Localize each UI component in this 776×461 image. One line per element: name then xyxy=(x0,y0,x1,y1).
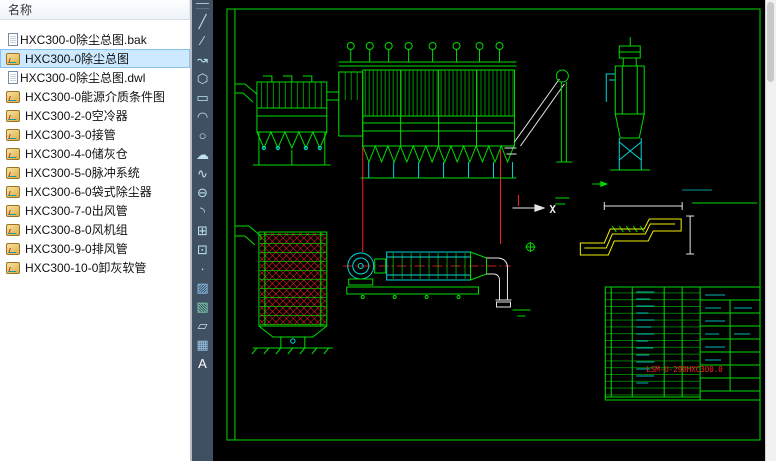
dwg-file-icon xyxy=(6,53,20,65)
file-list-item[interactable]: HXC300-9-0排风管 xyxy=(0,239,190,258)
vertical-scrollbar[interactable] xyxy=(765,0,776,461)
file-list-item[interactable]: HXC300-4-0储灰仓 xyxy=(0,144,190,163)
file-list-item[interactable]: HXC300-10-0卸灰软管 xyxy=(0,258,190,277)
ellipse-arc-icon: ◝ xyxy=(200,205,205,218)
document-icon xyxy=(8,71,18,84)
drawing-canvas[interactable]: X xyxy=(213,0,765,461)
file-list-item[interactable]: HXC300-0能源介质条件图 xyxy=(0,87,190,106)
title-block-code: LSM-U-290HXC300.0 xyxy=(646,365,723,374)
file-list-item[interactable]: HXC300-0除尘总图 xyxy=(0,49,190,68)
file-list-item[interactable]: HXC300-3-0接管 xyxy=(0,125,190,144)
tool-spline-button[interactable]: ∿ xyxy=(193,164,213,183)
title-block: LSM-U-290HXC300.0 xyxy=(605,287,760,400)
file-label: HXC300-0能源介质条件图 xyxy=(25,88,165,105)
scrollbar-thumb[interactable] xyxy=(767,2,774,82)
tool-make-block-button[interactable]: ⊡ xyxy=(193,240,213,259)
file-list-item[interactable]: HXC300-2-0空冷器 xyxy=(0,106,190,125)
file-panel: 名称 HXC300-0除尘总图.bak HXC300-0除尘总图 HXC300-… xyxy=(0,0,190,461)
table-icon: ▦ xyxy=(196,338,208,351)
tool-construction-line-button[interactable]: ∕ xyxy=(193,31,213,50)
file-label: HXC300-0除尘总图.bak xyxy=(20,31,147,48)
file-list-item[interactable]: HXC300-6-0袋式除尘器 xyxy=(0,182,190,201)
dwg-file-icon xyxy=(6,186,20,198)
tool-circle-button[interactable]: ○ xyxy=(193,126,213,145)
name-column-header: 名称 xyxy=(8,1,32,18)
gradient-icon: ▧ xyxy=(196,300,208,313)
rotary-drum xyxy=(235,226,333,354)
dwg-file-icon xyxy=(6,129,20,141)
toolbar-grip[interactable] xyxy=(196,3,209,9)
circle-icon: ○ xyxy=(199,129,207,142)
tool-line-button[interactable]: ╱ xyxy=(193,12,213,31)
file-list-header[interactable]: 名称 xyxy=(0,0,190,20)
dwg-file-icon xyxy=(6,91,20,103)
cad-drawing: X xyxy=(213,0,765,461)
tool-gradient-button[interactable]: ▧ xyxy=(193,297,213,316)
region-icon: ▱ xyxy=(198,319,208,332)
file-label: HXC300-5-0脉冲系统 xyxy=(25,164,140,181)
polyline-icon: ↝ xyxy=(197,53,208,66)
file-label: HXC300-8-0风机组 xyxy=(25,221,128,238)
tool-polygon-button[interactable]: ⬡ xyxy=(193,69,213,88)
spline-icon: ∿ xyxy=(197,167,208,180)
tool-point-button[interactable]: ∙ xyxy=(193,259,213,278)
insert-block-icon: ⊞ xyxy=(197,224,208,237)
fan-assembly xyxy=(347,252,512,307)
file-list-item[interactable]: HXC300-5-0脉冲系统 xyxy=(0,163,190,182)
file-label: HXC300-10-0卸灰软管 xyxy=(25,259,146,276)
polygon-icon: ⬡ xyxy=(197,72,208,85)
draw-toolbar: ╱ ∕ ↝ ⬡ ▭ ◠ ○ ☁ ∿ ⊖ ◝ ⊞ ⊡ ∙ ▨ ▧ ▱ ▦ A xyxy=(192,0,213,461)
arc-icon: ◠ xyxy=(197,110,208,123)
line-icon: ╱ xyxy=(199,15,207,28)
file-label: HXC300-3-0接管 xyxy=(25,126,116,143)
file-label: HXC300-0除尘总图.dwl xyxy=(20,69,145,86)
baghouse-main xyxy=(339,43,517,179)
file-list: HXC300-0除尘总图.bak HXC300-0除尘总图 HXC300-0除尘… xyxy=(0,20,190,461)
file-label: HXC300-4-0储灰仓 xyxy=(25,145,128,162)
file-label: HXC300-0除尘总图 xyxy=(25,50,129,67)
tool-insert-block-button[interactable]: ⊞ xyxy=(193,221,213,240)
tool-hatch-button[interactable]: ▨ xyxy=(193,278,213,297)
tool-polyline-button[interactable]: ↝ xyxy=(193,50,213,69)
document-icon xyxy=(8,33,18,46)
dwg-file-icon xyxy=(6,205,20,217)
revision-cloud-icon: ☁ xyxy=(196,148,209,161)
hatch-icon: ▨ xyxy=(196,281,208,294)
dwg-file-icon xyxy=(6,148,20,160)
construction-line-icon: ∕ xyxy=(201,34,203,47)
tool-ellipse-arc-button[interactable]: ◝ xyxy=(193,202,213,221)
tool-table-button[interactable]: ▦ xyxy=(193,335,213,354)
ellipse-icon: ⊖ xyxy=(197,186,208,199)
file-list-item[interactable]: HXC300-0除尘总图.dwl xyxy=(0,68,190,87)
tool-mtext-button[interactable]: A xyxy=(193,354,213,373)
tool-arc-button[interactable]: ◠ xyxy=(193,107,213,126)
file-label: HXC300-6-0袋式除尘器 xyxy=(25,183,152,200)
dwg-file-icon xyxy=(6,167,20,179)
cad-viewer-window: 名称 HXC300-0除尘总图.bak HXC300-0除尘总图 HXC300-… xyxy=(0,0,776,461)
tool-ellipse-button[interactable]: ⊖ xyxy=(193,183,213,202)
make-block-icon: ⊡ xyxy=(197,243,208,256)
tool-region-button[interactable]: ▱ xyxy=(193,316,213,335)
file-list-item[interactable]: HXC300-0除尘总图.bak xyxy=(0,30,190,49)
point-icon: ∙ xyxy=(201,262,205,275)
file-label: HXC300-2-0空冷器 xyxy=(25,107,128,124)
duct-detail-yellow xyxy=(580,181,757,255)
stack-unit-right xyxy=(606,37,650,170)
tool-revision-cloud-button[interactable]: ☁ xyxy=(193,145,213,164)
rectangle-icon: ▭ xyxy=(196,91,208,104)
dwg-file-icon xyxy=(6,243,20,255)
x-marker-label: X xyxy=(549,203,556,216)
file-label: HXC300-7-0出风管 xyxy=(25,202,128,219)
file-list-item[interactable]: HXC300-7-0出风管 xyxy=(0,201,190,220)
mtext-icon: A xyxy=(198,357,207,370)
file-list-item[interactable]: HXC300-8-0风机组 xyxy=(0,220,190,239)
file-label: HXC300-9-0排风管 xyxy=(25,240,128,257)
dwg-file-icon xyxy=(6,224,20,236)
section-marker-x: X xyxy=(512,195,556,216)
tool-rectangle-button[interactable]: ▭ xyxy=(193,88,213,107)
dwg-file-icon xyxy=(6,110,20,122)
esp-unit-left xyxy=(235,76,339,165)
dwg-file-icon xyxy=(6,262,20,274)
